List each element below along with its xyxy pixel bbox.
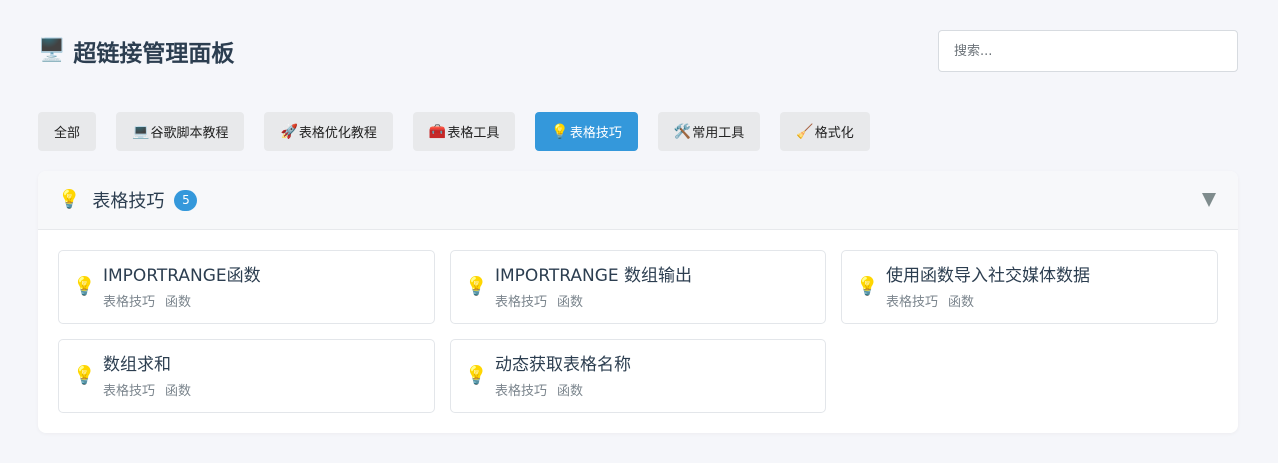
category-tabs: 全部 💻 谷歌脚本教程 🚀 表格优化教程 🧰 表格工具 💡 表格技巧 🛠️ 常用… xyxy=(38,112,870,151)
link-meta: 表格技巧 函数 xyxy=(103,291,261,310)
light-bulb-icon: 💡 xyxy=(465,365,488,386)
light-bulb-icon: 💡 xyxy=(856,276,879,297)
link-meta: 表格技巧 函数 xyxy=(495,291,692,310)
tab-formatting[interactable]: 🧹 格式化 xyxy=(780,112,870,151)
broom-icon: 🧹 xyxy=(796,123,814,140)
link-meta: 表格技巧 函数 xyxy=(495,380,631,399)
link-meta: 表格技巧 函数 xyxy=(886,291,1090,310)
tab-common-tools[interactable]: 🛠️ 常用工具 xyxy=(657,112,761,151)
panel-header[interactable]: 💡 表格技巧 5 xyxy=(38,171,1238,230)
tab-label: 常用工具 xyxy=(692,126,745,141)
link-management-page: 🖥️ 超链接管理面板 全部 💻 谷歌脚本教程 🚀 表格优化教程 🧰 表格工具 💡… xyxy=(0,0,1278,463)
light-bulb-icon: 💡 xyxy=(58,189,81,210)
light-bulb-icon: 💡 xyxy=(551,123,569,140)
tab-all[interactable]: 全部 xyxy=(38,112,97,151)
light-bulb-icon: 💡 xyxy=(73,276,96,297)
count-badge: 5 xyxy=(174,189,198,211)
link-name: 数组求和 xyxy=(103,354,171,375)
link-name: 使用函数导入社交媒体数据 xyxy=(886,265,1090,286)
panel-title: 表格技巧 xyxy=(92,191,165,212)
link-name: 动态获取表格名称 xyxy=(495,354,631,375)
tab-label: 谷歌脚本教程 xyxy=(150,126,229,141)
tab-google-script-tutorials[interactable]: 💻 谷歌脚本教程 xyxy=(116,112,245,151)
link-card[interactable]: 💡 使用函数导入社交媒体数据 表格技巧 函数 xyxy=(841,250,1218,324)
link-card[interactable]: 💡 IMPORTRANGE 数组输出 表格技巧 函数 xyxy=(450,250,826,324)
rocket-icon: 🚀 xyxy=(280,123,298,140)
tab-sheet-optimization-tutorials[interactable]: 🚀 表格优化教程 xyxy=(264,112,393,151)
hammer-and-wrench-icon: 🛠️ xyxy=(673,123,692,140)
link-card[interactable]: 💡 数组求和 表格技巧 函数 xyxy=(58,339,435,413)
tab-label: 格式化 xyxy=(814,126,854,141)
link-grid: 💡 IMPORTRANGE函数 表格技巧 函数 💡 IMPORTRANGE 数组… xyxy=(58,250,1218,413)
light-bulb-icon: 💡 xyxy=(73,365,96,386)
page-title-text: 超链接管理面板 xyxy=(73,41,235,67)
laptop-icon: 💻 xyxy=(132,123,150,140)
link-card[interactable]: 💡 动态获取表格名称 表格技巧 函数 xyxy=(450,339,826,413)
link-tag: 函数 xyxy=(948,294,975,310)
tab-label: 表格工具 xyxy=(447,126,500,141)
category-panel: 💡 表格技巧 5 💡 IMPORTRANGE函数 表格技巧 函数 💡 IMPOR… xyxy=(38,171,1238,433)
tab-sheet-tips[interactable]: 💡 表格技巧 xyxy=(535,112,638,151)
link-tag: 函数 xyxy=(557,294,584,310)
desktop-computer-icon: 🖥️ xyxy=(38,38,66,63)
tab-sheet-tools[interactable]: 🧰 表格工具 xyxy=(412,112,516,151)
link-card[interactable]: 💡 IMPORTRANGE函数 表格技巧 函数 xyxy=(58,250,435,324)
link-name: IMPORTRANGE 数组输出 xyxy=(495,265,693,286)
toolbox-icon: 🧰 xyxy=(428,123,447,140)
link-category: 表格技巧 xyxy=(495,383,548,399)
link-category: 表格技巧 xyxy=(103,294,156,310)
link-meta: 表格技巧 函数 xyxy=(103,380,191,399)
collapse-triangle-icon[interactable] xyxy=(1202,193,1216,207)
link-category: 表格技巧 xyxy=(495,294,548,310)
search-input[interactable] xyxy=(938,30,1238,72)
link-category: 表格技巧 xyxy=(886,294,939,310)
light-bulb-icon: 💡 xyxy=(465,276,488,297)
link-category: 表格技巧 xyxy=(103,383,156,399)
link-tag: 函数 xyxy=(165,294,192,310)
tab-label: 全部 xyxy=(54,126,81,141)
header: 🖥️ 超链接管理面板 xyxy=(38,30,1238,72)
page-title: 🖥️ 超链接管理面板 xyxy=(38,34,234,68)
link-tag: 函数 xyxy=(165,383,192,399)
link-tag: 函数 xyxy=(557,383,584,399)
tab-label: 表格优化教程 xyxy=(298,126,377,141)
tab-label: 表格技巧 xyxy=(569,126,622,141)
link-name: IMPORTRANGE函数 xyxy=(103,265,261,286)
